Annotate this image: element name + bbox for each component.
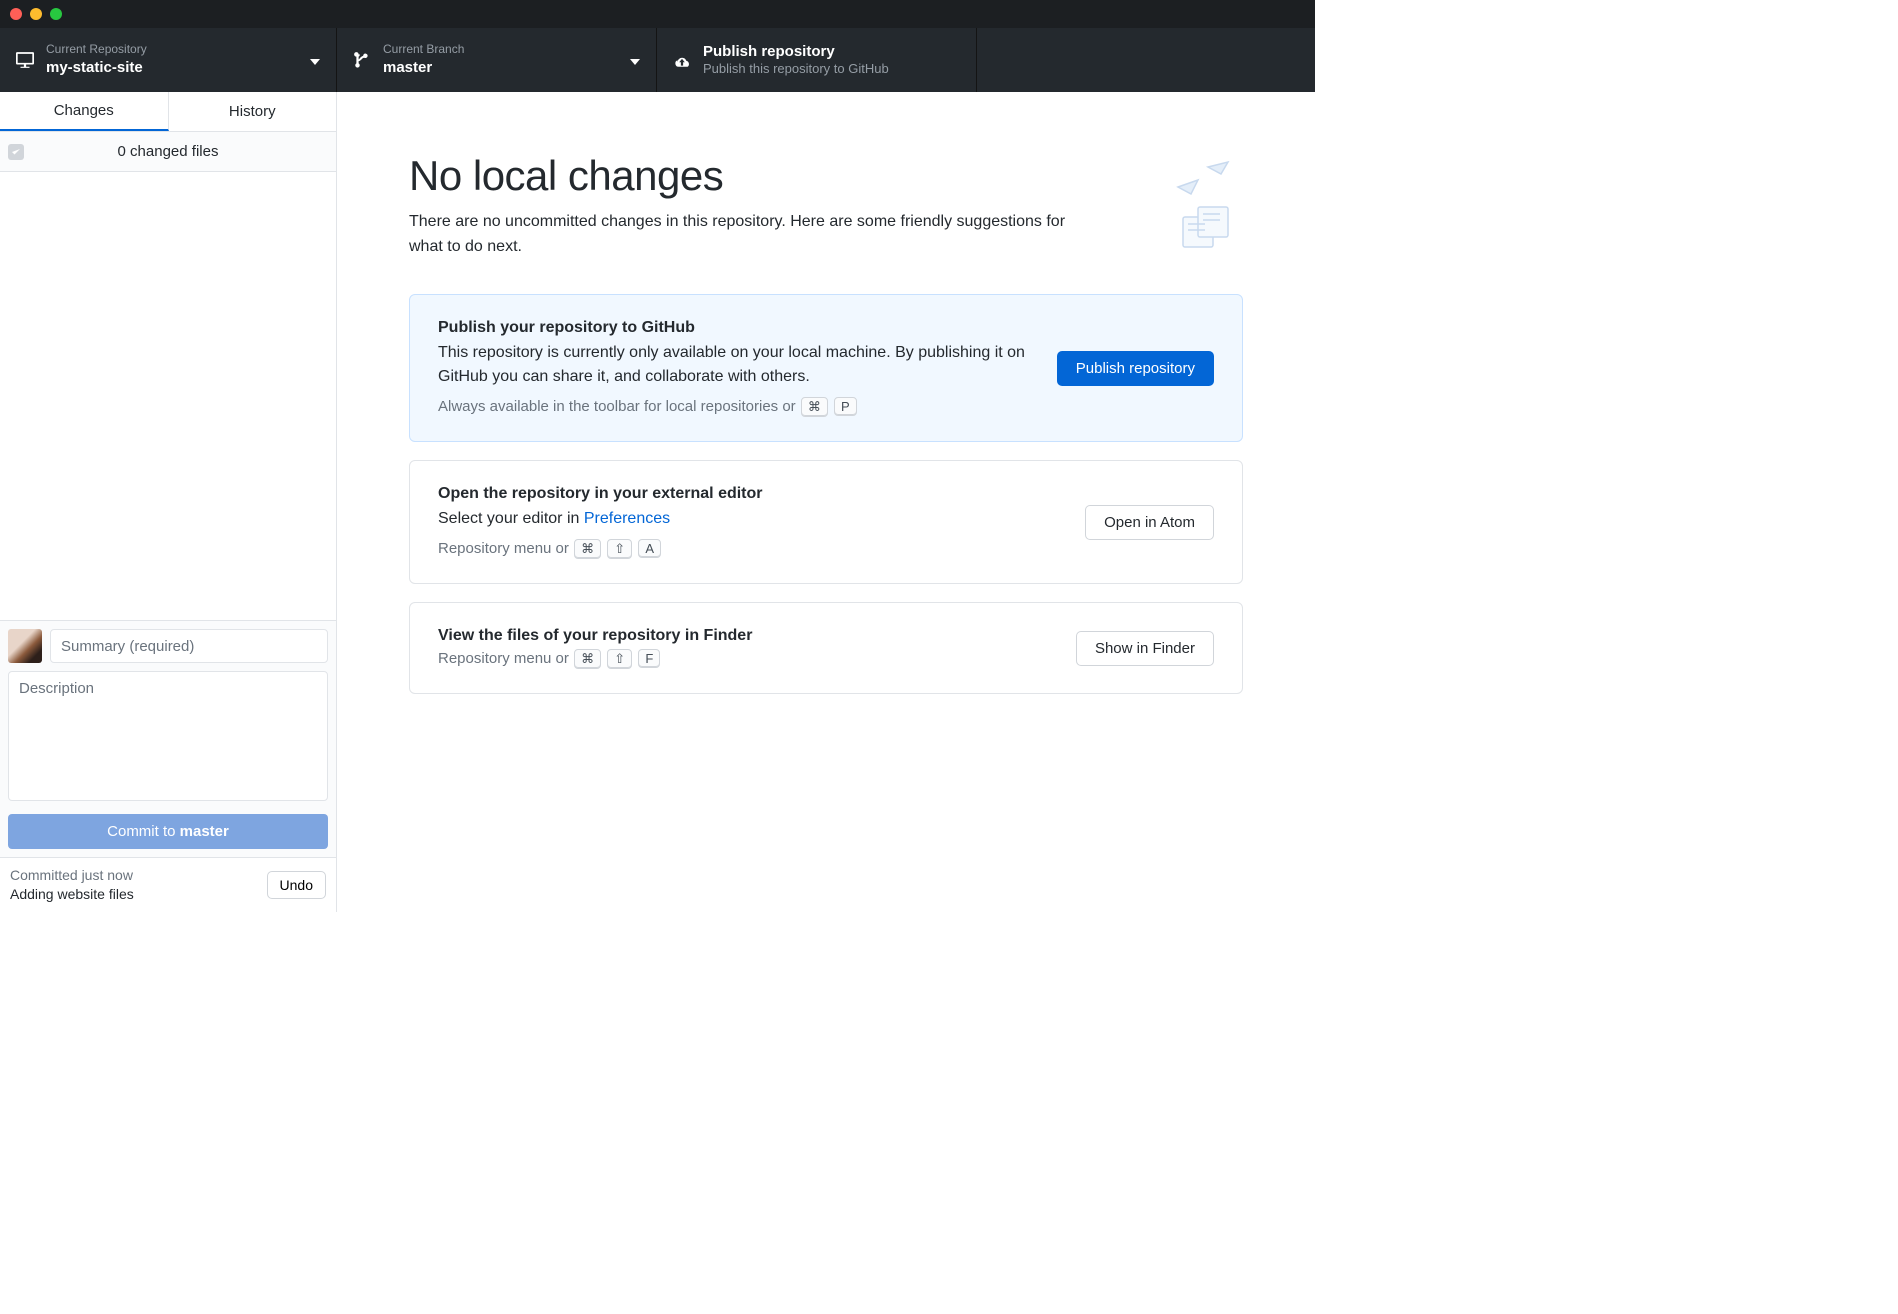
open-in-atom-button[interactable]: Open in Atom xyxy=(1085,505,1214,540)
card-desc: This repository is currently only availa… xyxy=(438,341,1033,389)
changed-files-header: 0 changed files xyxy=(0,132,336,172)
undo-commit-bar: Committed just now Adding website files … xyxy=(0,857,336,912)
suggestion-card-publish: Publish your repository to GitHub This r… xyxy=(409,294,1243,442)
publish-label: Publish repository xyxy=(703,42,889,62)
card-title: Publish your repository to GitHub xyxy=(438,319,1033,337)
window-close-button[interactable] xyxy=(10,8,22,20)
avatar xyxy=(8,629,42,663)
repo-label: Current Repository xyxy=(46,42,147,58)
check-icon xyxy=(11,148,21,156)
kbd-f: F xyxy=(638,649,660,668)
current-repository-dropdown[interactable]: Current Repository my-static-site xyxy=(0,28,337,92)
kbd-cmd: ⌘ xyxy=(574,539,601,559)
commit-form: Commit to master xyxy=(0,620,336,857)
page-subtitle: There are no uncommitted changes in this… xyxy=(409,210,1103,260)
repo-name: my-static-site xyxy=(46,58,147,78)
sidebar-tabs: Changes History xyxy=(0,92,336,132)
paper-planes-illustration xyxy=(1133,152,1243,262)
window-minimize-button[interactable] xyxy=(30,8,42,20)
branch-icon xyxy=(353,51,371,69)
suggestion-card-finder: View the files of your repository in Fin… xyxy=(409,602,1243,694)
chevron-down-icon xyxy=(610,52,640,68)
suggestion-card-editor: Open the repository in your external edi… xyxy=(409,460,1243,584)
chevron-down-icon xyxy=(290,52,320,68)
kbd-shift: ⇧ xyxy=(607,649,632,669)
select-all-checkbox[interactable] xyxy=(8,144,24,160)
commit-description-input[interactable] xyxy=(8,671,328,801)
preferences-link[interactable]: Preferences xyxy=(584,510,670,527)
kbd-a: A xyxy=(638,539,661,558)
current-branch-dropdown[interactable]: Current Branch master xyxy=(337,28,657,92)
show-in-finder-button[interactable]: Show in Finder xyxy=(1076,631,1214,666)
changes-list xyxy=(0,172,336,620)
branch-label: Current Branch xyxy=(383,42,464,58)
desktop-icon xyxy=(16,51,34,69)
kbd-cmd: ⌘ xyxy=(801,397,828,417)
card-hint: Repository menu or ⌘ ⇧ F xyxy=(438,649,1052,669)
card-title: Open the repository in your external edi… xyxy=(438,485,1061,503)
commit-button[interactable]: Commit to master xyxy=(8,814,328,849)
undo-button[interactable]: Undo xyxy=(267,871,326,899)
undo-committed-label: Committed just now xyxy=(10,866,134,885)
app-toolbar: Current Repository my-static-site Curren… xyxy=(0,28,1315,92)
commit-summary-input[interactable] xyxy=(50,629,328,663)
kbd-shift: ⇧ xyxy=(607,539,632,559)
card-hint: Always available in the toolbar for loca… xyxy=(438,397,1033,417)
main-panel: No local changes There are no uncommitte… xyxy=(337,92,1315,912)
window-titlebar xyxy=(0,0,1315,28)
card-hint: Repository menu or ⌘ ⇧ A xyxy=(438,539,1061,559)
publish-repository-toolbar-button[interactable]: Publish repository Publish this reposito… xyxy=(657,28,977,92)
tab-history[interactable]: History xyxy=(169,92,337,131)
kbd-p: P xyxy=(834,397,857,416)
branch-name: master xyxy=(383,58,464,78)
window-maximize-button[interactable] xyxy=(50,8,62,20)
undo-commit-message: Adding website files xyxy=(10,885,134,904)
kbd-cmd: ⌘ xyxy=(574,649,601,669)
changed-files-count: 0 changed files xyxy=(118,143,219,160)
tab-changes[interactable]: Changes xyxy=(0,92,169,131)
publish-desc: Publish this repository to GitHub xyxy=(703,61,889,78)
publish-repository-button[interactable]: Publish repository xyxy=(1057,351,1214,386)
sidebar: Changes History 0 changed files Commit t… xyxy=(0,92,337,912)
page-title: No local changes xyxy=(409,152,1103,200)
card-title: View the files of your repository in Fin… xyxy=(438,627,1052,645)
card-desc: Select your editor in Preferences xyxy=(438,507,1061,531)
cloud-upload-icon xyxy=(673,51,691,69)
